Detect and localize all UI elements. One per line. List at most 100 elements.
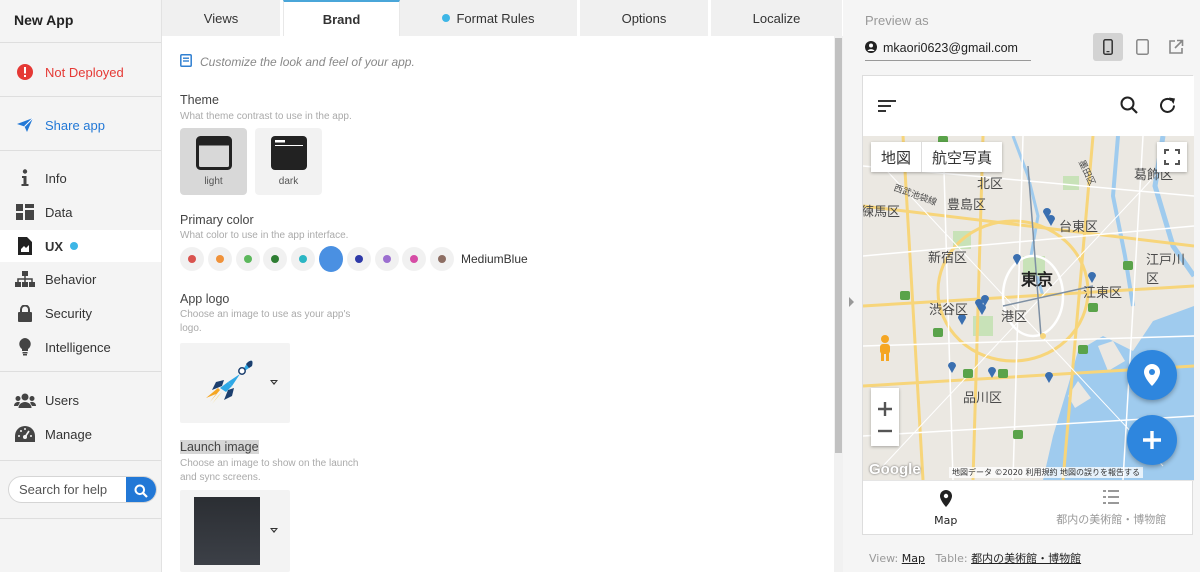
zoom-in-icon[interactable] [877, 401, 893, 417]
tab-label: Options [621, 10, 667, 26]
sidebar: New App Not Deployed Share app Info Data… [0, 0, 162, 572]
swatch-dot [188, 255, 196, 263]
color-swatches: MediumBlue [180, 246, 528, 272]
list-icon [1103, 490, 1120, 504]
swatch-dot [410, 255, 419, 263]
locate-fab[interactable] [1127, 350, 1177, 400]
preview-view-info: View: Map Table: 都内の美術館・博物館 [869, 550, 1081, 566]
tab-localize[interactable]: Localize [711, 0, 842, 36]
color-swatch[interactable] [207, 247, 232, 271]
help-search-input[interactable] [19, 482, 129, 497]
sidebar-item-ux[interactable]: UX [0, 230, 161, 262]
nav-map[interactable]: Map [863, 481, 1029, 536]
open-external-button[interactable] [1161, 33, 1191, 61]
collapse-arrow-icon[interactable] [849, 297, 854, 307]
color-swatch[interactable] [374, 247, 399, 271]
unsaved-dot [70, 242, 79, 250]
color-swatch[interactable] [263, 247, 288, 271]
info-icon [14, 169, 36, 187]
tab-options[interactable]: Options [580, 0, 711, 36]
swatch-dot [382, 255, 391, 263]
help-search-button[interactable] [126, 477, 156, 502]
device-tablet-button[interactable] [1127, 33, 1157, 61]
search-icon [134, 484, 148, 498]
color-swatch[interactable] [291, 247, 316, 271]
deploy-status-label: Not Deployed [45, 64, 124, 80]
sidebar-item-intelligence[interactable]: Intelligence [0, 331, 161, 363]
view-link[interactable]: Map [902, 552, 925, 565]
view-prefix: View: [869, 552, 899, 565]
bottom-nav: Map 都内の美術館・博物館 [863, 480, 1194, 536]
lightbulb-icon [14, 338, 36, 356]
sidebar-item-manage[interactable]: Manage [0, 418, 161, 450]
preview-panel: Preview as mkaori0623@gmail.com 豊島区 北区 葛… [843, 0, 1200, 572]
chevron-down-icon [270, 380, 278, 385]
sidebar-item-label: UX [45, 238, 64, 254]
content-scrollbar[interactable] [834, 36, 843, 572]
color-swatch[interactable] [346, 247, 371, 271]
divider [0, 96, 161, 97]
swatch-dot [215, 255, 224, 263]
dark-theme-icon [270, 136, 307, 170]
app-logo-title: App logo [180, 292, 230, 306]
color-swatch[interactable] [180, 247, 204, 271]
gauge-icon [14, 426, 36, 442]
preview-user-email: mkaori0623@gmail.com [883, 41, 1018, 55]
swatch-dot [243, 255, 252, 263]
theme-option-dark[interactable]: dark [255, 128, 322, 195]
divider [0, 371, 161, 372]
brand-hint: Customize the look and feel of your app. [180, 54, 415, 70]
map-type-toggle: 地図 航空写真 [871, 142, 1003, 172]
map-pin-icon [1144, 364, 1160, 386]
primary-color-title: Primary color [180, 213, 254, 227]
add-fab[interactable] [1127, 415, 1177, 465]
zoom-out-icon[interactable] [877, 429, 893, 433]
sidebar-item-label: Users [45, 392, 79, 408]
deploy-status[interactable]: Not Deployed [0, 56, 161, 88]
preview-label: Preview as [865, 13, 929, 28]
launch-image-preview [194, 497, 260, 565]
brand-hint-text: Customize the look and feel of your app. [200, 55, 415, 69]
menu-icon[interactable] [878, 100, 896, 112]
tab-views[interactable]: Views [162, 0, 283, 36]
app-logo-picker[interactable] [180, 343, 290, 423]
sidebar-item-data[interactable]: Data [0, 196, 161, 228]
tab-label: Format Rules [456, 10, 535, 26]
color-swatch[interactable] [430, 247, 455, 271]
external-link-icon [1169, 39, 1184, 54]
device-phone-button[interactable] [1093, 33, 1123, 61]
divider [0, 518, 161, 519]
preview-user-field[interactable]: mkaori0623@gmail.com [865, 36, 1031, 61]
theme-option-light[interactable]: light [180, 128, 247, 195]
search-icon[interactable] [1120, 96, 1138, 114]
color-swatch[interactable] [235, 247, 260, 271]
fullscreen-button[interactable] [1157, 142, 1187, 172]
color-swatch[interactable] [318, 246, 343, 272]
phone-icon [1103, 39, 1113, 55]
tab-format-rules[interactable]: Format Rules [400, 0, 580, 36]
selected-color-name: MediumBlue [460, 252, 528, 266]
nav-table[interactable]: 都内の美術館・博物館 [1029, 481, 1195, 536]
help-search [8, 476, 157, 503]
launch-image-title: Launch image [180, 440, 259, 454]
swatch-dot [271, 255, 280, 263]
sidebar-item-label: Intelligence [45, 339, 111, 355]
scrollbar-thumb[interactable] [835, 38, 842, 453]
tab-brand[interactable]: Brand [283, 0, 400, 36]
sidebar-item-security[interactable]: Security [0, 297, 161, 329]
swatch-dot [438, 255, 447, 263]
launch-image-picker[interactable] [180, 490, 290, 572]
refresh-icon[interactable] [1158, 96, 1177, 115]
map-type-map[interactable]: 地図 [871, 142, 923, 172]
sidebar-item-behavior[interactable]: Behavior [0, 263, 161, 295]
table-link[interactable]: 都内の美術館・博物館 [971, 552, 1081, 565]
tab-label: Brand [322, 11, 361, 27]
map-type-satellite[interactable]: 航空写真 [922, 142, 1002, 172]
sidebar-item-info[interactable]: Info [0, 162, 161, 194]
color-swatch[interactable] [402, 247, 427, 271]
share-app-link[interactable]: Share app [0, 109, 161, 141]
pegman-icon[interactable] [875, 334, 895, 362]
sidebar-item-users[interactable]: Users [0, 384, 161, 416]
phone-preview: 豊島区 北区 葛飾区 練馬区 台東区 新宿区 江戸川区 東京 渋谷区 江東区 港… [862, 75, 1194, 536]
theme-option-label: light [204, 176, 223, 187]
